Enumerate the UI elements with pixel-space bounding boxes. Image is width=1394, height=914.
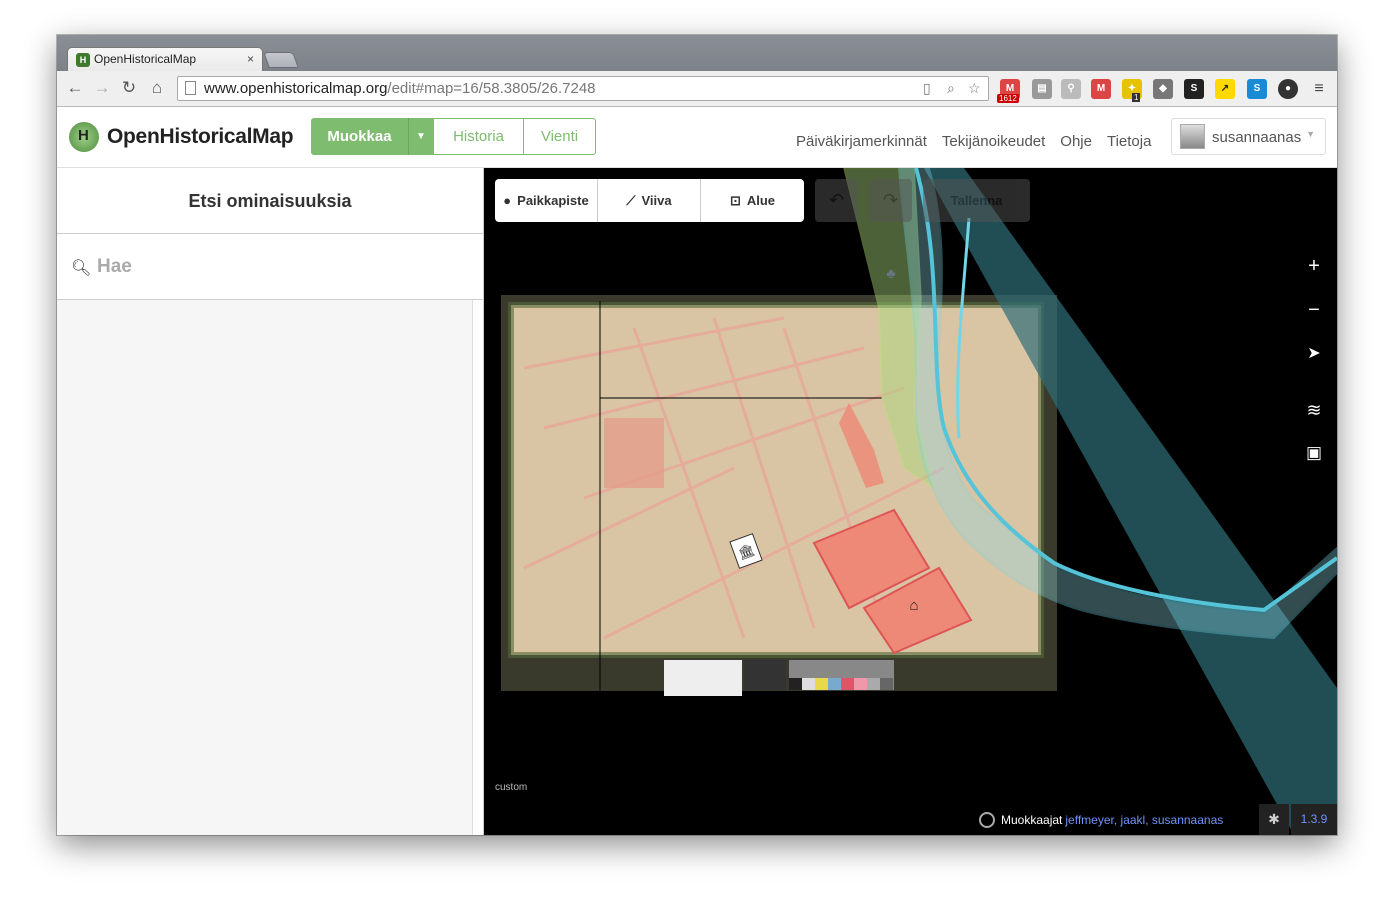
page-icon xyxy=(185,81,196,95)
url-host: www.openhistoricalmap.org xyxy=(204,80,388,97)
nav-link-copyright[interactable]: Tekijänoikeudet xyxy=(942,133,1045,150)
edit-button[interactable]: Muokkaa xyxy=(311,118,408,155)
chevron-down-icon[interactable]: ▼ xyxy=(408,118,433,155)
logo-icon xyxy=(69,122,99,152)
save-button[interactable]: Tallenna xyxy=(923,179,1030,222)
extension-icon[interactable]: ▤ xyxy=(1032,79,1052,99)
add-line-button[interactable]: ⟋ Viiva xyxy=(598,179,701,222)
imagery-label: custom xyxy=(495,782,528,793)
back-arrow-icon[interactable]: ← xyxy=(65,78,85,98)
browser-tab[interactable]: H OpenHistoricalMap × xyxy=(67,47,263,71)
edit-button-group: Muokkaa ▼ Historia Vienti xyxy=(311,118,596,155)
bug-icon[interactable]: ✱ xyxy=(1259,804,1289,835)
add-point-label: Paikkapiste xyxy=(517,193,589,208)
search-icon: 🔍︎ xyxy=(71,260,92,277)
chevron-down-icon: ▼ xyxy=(1306,129,1315,139)
avatar xyxy=(1180,124,1205,149)
search-input[interactable] xyxy=(97,252,457,282)
tab-title: OpenHistoricalMap xyxy=(94,52,197,66)
version-label[interactable]: 1.3.9 xyxy=(1291,804,1337,835)
site-header: OpenHistoricalMap Muokkaa ▼ Historia Vie… xyxy=(57,107,1337,168)
sidebar: Etsi ominaisuuksia 🔍︎ xyxy=(57,168,484,835)
username: susannaanas xyxy=(1212,129,1302,146)
zoom-out-icon[interactable]: − xyxy=(1294,290,1334,330)
gmail-extension-icon[interactable]: M xyxy=(1091,79,1111,99)
map-marker-icon: ● xyxy=(503,193,512,208)
zoom-icon[interactable]: ⌕ xyxy=(947,80,955,97)
history-toolbar: ↶ ↷ Tallenna xyxy=(815,179,1030,222)
tab-close-icon[interactable]: × xyxy=(247,52,254,66)
new-tab-button[interactable] xyxy=(263,52,299,68)
forward-arrow-icon[interactable]: → xyxy=(92,78,112,98)
site-name: OpenHistoricalMap xyxy=(107,125,294,148)
nav-link-help[interactable]: Ohje xyxy=(1060,133,1092,150)
history-button[interactable]: Historia xyxy=(433,118,523,155)
line-icon: ⟋ xyxy=(626,192,636,208)
editors-list[interactable]: jeffmeyer, jaakl, susannaanas xyxy=(1065,813,1223,827)
extension-icon[interactable]: ● xyxy=(1278,79,1298,99)
area-icon: ⊡ xyxy=(729,192,741,208)
nav-link-diaries[interactable]: Päiväkirjamerkinnät xyxy=(796,133,927,150)
location-arrow-icon[interactable]: ➤ xyxy=(1294,334,1334,374)
nav-link-about[interactable]: Tietoja xyxy=(1107,133,1151,150)
extension-icon[interactable]: ↗ xyxy=(1215,79,1235,99)
undo-icon[interactable]: ↶ xyxy=(815,179,858,222)
search-results xyxy=(57,300,473,835)
address-bar[interactable]: www.openhistoricalmap.org/edit#map=16/58… xyxy=(177,76,989,101)
add-line-label: Viiva xyxy=(641,193,672,208)
redo-icon[interactable]: ↷ xyxy=(869,179,912,222)
house-poi-icon[interactable]: ⌂ xyxy=(909,597,918,614)
reload-icon[interactable]: ↻ xyxy=(119,78,139,98)
tree-poi-icon[interactable]: ♣ xyxy=(886,265,895,281)
add-point-button[interactable]: ● Paikkapiste xyxy=(495,179,598,222)
color-calibration-strip xyxy=(789,660,894,690)
feature-search: 🔍︎ xyxy=(57,234,483,300)
map-footer: Muokkaajat jeffmeyer, jaakl, susannaanas… xyxy=(979,804,1337,835)
extension-icon[interactable]: ◆ xyxy=(1153,79,1173,99)
home-icon[interactable]: ⌂ xyxy=(147,78,167,98)
extension-icon[interactable]: S xyxy=(1247,79,1267,99)
zoom-in-icon[interactable]: + xyxy=(1294,246,1334,286)
favicon-icon: H xyxy=(76,53,90,67)
add-area-label: Alue xyxy=(746,193,776,208)
sidebar-title: Etsi ominaisuuksia xyxy=(57,168,483,234)
browser-toolbar: ← → ↻ ⌂ www.openhistoricalmap.org/edit#m… xyxy=(57,71,1337,107)
add-area-button[interactable]: ⊡ Alue xyxy=(701,179,804,222)
site-logo[interactable]: OpenHistoricalMap xyxy=(69,119,294,155)
user-menu[interactable]: susannaanas ▼ xyxy=(1171,118,1326,155)
export-button[interactable]: Vienti xyxy=(523,118,596,155)
extension-badge: 1612 xyxy=(997,94,1019,103)
map-layer: 🏛︎ ⌂ ♣ xyxy=(501,168,1337,835)
menu-icon[interactable]: ≡ xyxy=(1309,79,1329,99)
extension-icon[interactable]: S xyxy=(1184,79,1204,99)
map-canvas[interactable]: 🏛︎ ⌂ ♣ ● Paikkapiste ⟋ Viiva ⊡ Alue ↶ ↷ … xyxy=(484,168,1337,835)
browser-window: H OpenHistoricalMap × ← → ↻ ⌂ www.openhi… xyxy=(57,35,1337,835)
layers-icon[interactable]: ≋ xyxy=(1294,390,1334,430)
extension-icon[interactable]: ⚲ xyxy=(1061,79,1081,99)
mode-toolbar: ● Paikkapiste ⟋ Viiva ⊡ Alue xyxy=(495,179,804,222)
extension-badge: 1 xyxy=(1132,93,1141,102)
map-data-icon[interactable]: ▣ xyxy=(1294,433,1334,473)
tab-strip: H OpenHistoricalMap × xyxy=(57,35,1337,71)
page-info-icon[interactable]: ▯ xyxy=(923,80,931,97)
scan-label-card xyxy=(664,660,742,696)
top-nav: Päiväkirjamerkinnät Tekijänoikeudet Ohje… xyxy=(796,133,1151,150)
globe-icon xyxy=(979,811,995,828)
editors-label: Muokkaajat xyxy=(1001,812,1063,827)
url-path: /edit#map=16/58.3805/26.7248 xyxy=(387,80,596,97)
bookmark-star-icon[interactable]: ☆ xyxy=(968,80,981,97)
